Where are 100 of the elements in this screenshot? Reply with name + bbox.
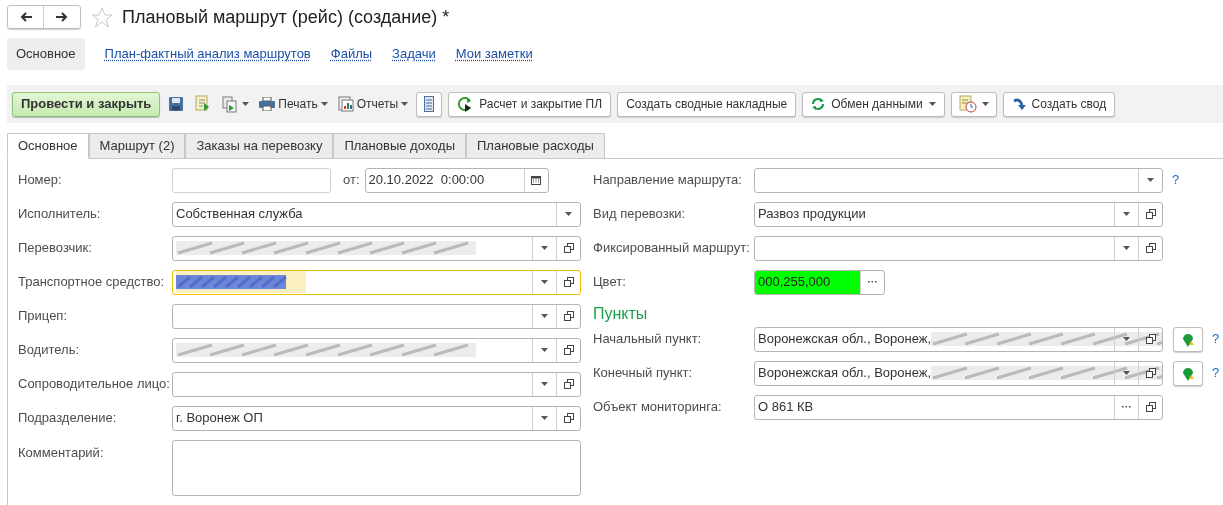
left-arrow-icon	[19, 12, 32, 22]
field-label: Направление маршрута:	[593, 171, 742, 190]
field-value: Развоз продукции	[758, 205, 866, 224]
toolbar-button[interactable]: Обмен данными	[802, 91, 945, 117]
field-value: Воронежская обл., Воронеж,	[758, 330, 932, 349]
field-value: 20.10.2022 0:00:00	[368, 171, 485, 190]
caret-icon	[1123, 371, 1130, 375]
select-field[interactable]: О 861 КВ	[754, 394, 1163, 420]
open-window-icon	[1145, 402, 1156, 412]
open-window-icon	[1145, 243, 1156, 253]
help-link[interactable]: ?	[1212, 363, 1220, 383]
tab[interactable]: Плановые доходы	[333, 133, 466, 159]
section-heading: Пункты	[593, 306, 648, 322]
caret-icon	[1123, 337, 1130, 341]
toolbar-icon-button[interactable]	[950, 91, 997, 117]
help-link[interactable]: ?	[1212, 329, 1220, 349]
map-pin-icon	[1182, 365, 1194, 381]
field-label: Транспортное средство:	[18, 273, 165, 292]
select-field[interactable]: г. Воронеж ОП	[172, 405, 581, 431]
field-label: Комментарий:	[18, 445, 104, 460]
select-field[interactable]: Воронежская обл., Воронеж,	[754, 326, 1163, 352]
open-window-icon	[563, 243, 574, 253]
map-pin-icon	[1182, 331, 1194, 347]
toolbar-menu-button[interactable]: Отчеты	[335, 91, 411, 117]
field-label: Водитель:	[18, 341, 80, 360]
tab[interactable]: Заказы на перевозку	[185, 133, 334, 159]
window-title: Плановый маршрут (рейс) (создание) *	[122, 5, 450, 29]
date-field[interactable]: 20.10.2022 0:00:00	[364, 167, 549, 193]
caret-icon	[541, 280, 548, 284]
toolbar-button[interactable]: Создать сводные накладные	[617, 91, 797, 117]
caret-icon	[541, 348, 548, 352]
open-window-icon	[563, 277, 574, 287]
select-field[interactable]: Собственная служба	[172, 201, 581, 227]
open-window-icon	[563, 379, 574, 389]
field-value: О 861 КВ	[758, 398, 814, 417]
right-arrow-icon	[56, 12, 68, 22]
select-field[interactable]	[172, 371, 581, 397]
select-field[interactable]	[172, 235, 581, 261]
star-icon[interactable]	[91, 6, 113, 28]
field-value: Собственная служба	[176, 205, 303, 224]
toolbar-button[interactable]: Расчет и закрытие ПЛ	[448, 91, 612, 117]
printer-icon	[259, 97, 276, 111]
tab[interactable]: Плановые расходы	[466, 133, 605, 159]
select-field[interactable]: Воронежская обл., Воронеж,	[754, 360, 1163, 386]
field-label: Перевозчик:	[18, 239, 92, 258]
select-field[interactable]	[172, 337, 581, 363]
field-label: Фиксированный маршрут:	[593, 239, 750, 258]
field-value: г. Воронеж ОП	[176, 409, 263, 428]
map-button[interactable]	[1173, 326, 1203, 352]
list-icon	[424, 96, 435, 112]
caret-icon	[541, 314, 548, 318]
select-field[interactable]	[172, 303, 581, 329]
field-value: Воронежская обл., Воронеж,	[758, 364, 932, 383]
nav-link[interactable]: План-фактный анализ маршрутов	[104, 44, 311, 64]
open-window-icon	[563, 311, 574, 321]
caret-icon	[541, 246, 548, 250]
nav-link[interactable]: Задачи	[392, 44, 436, 64]
field-label: Подразделение:	[18, 409, 117, 428]
field-label: Номер:	[18, 171, 62, 190]
select-field[interactable]	[754, 167, 1163, 193]
documents-arrow-icon	[222, 95, 240, 113]
field-label: Прицеп:	[18, 307, 68, 326]
open-window-icon	[563, 345, 574, 355]
nav-link[interactable]: Мои заметки	[455, 44, 533, 64]
document-clock-icon	[958, 95, 977, 113]
field-label: Конечный пункт:	[593, 364, 693, 383]
caret-icon	[541, 416, 548, 420]
open-window-icon	[563, 413, 574, 423]
tab[interactable]: Маршрут (2)	[88, 133, 186, 159]
caret-icon	[565, 212, 572, 216]
color-field[interactable]: 000,255,000	[754, 269, 885, 295]
caret-icon	[1147, 178, 1154, 182]
nav-link[interactable]: Файлы	[330, 44, 373, 64]
open-window-icon	[1145, 209, 1156, 219]
comment-field[interactable]	[172, 440, 581, 496]
caret-icon	[541, 382, 548, 386]
nav-link[interactable]: Основное	[7, 38, 85, 70]
tab[interactable]: Основное	[7, 133, 89, 159]
field-label: Цвет:	[593, 273, 626, 292]
toolbar-icon-button[interactable]	[416, 91, 443, 117]
sync-icon	[811, 97, 826, 111]
post-and-close-button[interactable]: Провести и закрыть	[12, 91, 161, 117]
calendar-icon	[531, 175, 541, 185]
field-label: Объект мониторинга:	[593, 398, 722, 417]
date-label: от:	[343, 171, 360, 190]
field-label: Исполнитель:	[18, 205, 101, 224]
field-label: Начальный пункт:	[593, 330, 702, 349]
refresh-play-icon	[457, 96, 474, 112]
caret-icon	[1123, 246, 1130, 250]
toolbar-button[interactable]: Создать свод	[1002, 91, 1116, 117]
color-value: 000,255,000	[758, 273, 831, 292]
field-label: Сопроводительное лицо:	[18, 375, 170, 394]
help-link[interactable]: ?	[1172, 170, 1180, 190]
caret-icon	[1123, 212, 1130, 216]
select-field[interactable]: Развоз продукции	[754, 201, 1163, 227]
number-field[interactable]	[172, 167, 331, 193]
toolbar-menu-button[interactable]: Печать	[257, 91, 330, 117]
select-field[interactable]	[754, 235, 1163, 261]
select-field[interactable]	[172, 269, 581, 295]
map-button[interactable]	[1173, 360, 1203, 386]
